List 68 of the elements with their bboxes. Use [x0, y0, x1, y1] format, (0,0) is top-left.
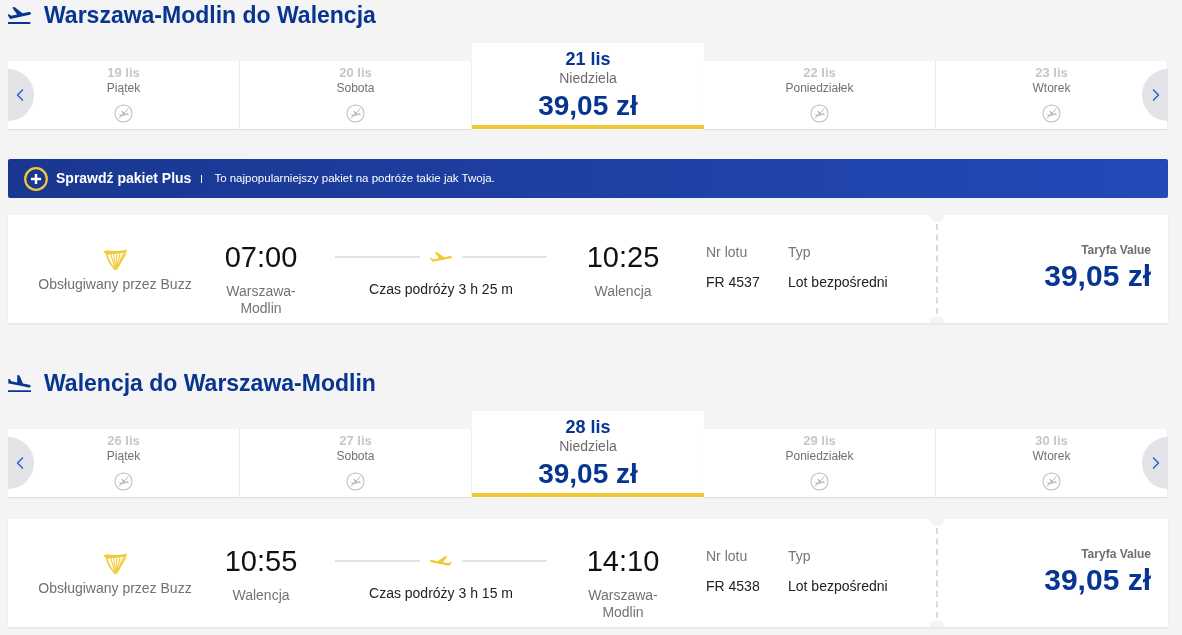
fare-label: Taryfa Value — [1081, 243, 1151, 257]
flight-number: FR 4538 — [706, 578, 760, 595]
flight-type-label: Typ — [788, 548, 811, 565]
operator-label: Obsługiwany przez Buzz — [38, 276, 192, 293]
fare-label: Taryfa Value — [1081, 547, 1151, 561]
date-tab[interactable]: 20 lis Sobota — [240, 61, 472, 129]
date-label: 20 lis — [339, 65, 372, 81]
date-label: 26 lis — [107, 433, 140, 449]
arrival-city: Walencja — [593, 283, 653, 300]
date-tab[interactable]: 22 lis Poniedziałek — [704, 61, 936, 129]
date-price: 39,05 zł — [538, 458, 638, 490]
harp-icon — [102, 552, 128, 574]
weekday-label: Sobota — [336, 81, 375, 96]
date-tab[interactable]: 23 lis Wtorek — [936, 61, 1168, 129]
date-label: 19 lis — [107, 65, 140, 81]
plane-icon — [430, 556, 452, 566]
section-title: Warszawa-Modlin do Walencja — [44, 1, 376, 29]
date-tab[interactable]: 21 lis Niedziela 39,05 zł — [472, 43, 704, 129]
date-tab[interactable]: 30 lis Wtorek — [936, 429, 1168, 497]
date-label: 28 lis — [565, 416, 611, 438]
plane-takeoff-icon — [8, 6, 31, 24]
plane-icon — [430, 252, 452, 262]
flight-type: Lot bezpośredni — [788, 578, 888, 595]
departure-city: Walencja — [231, 587, 291, 604]
date-label: 27 lis — [339, 433, 372, 449]
arrival-time: 14:10 — [586, 544, 660, 578]
arrival-city: Warszawa-Modlin — [587, 587, 659, 621]
date-label: 21 lis — [565, 48, 611, 70]
date-tab[interactable]: 28 lis Niedziela 39,05 zł — [472, 411, 704, 497]
date-label: 22 lis — [803, 65, 836, 81]
duration-label: Czas podróży 3 h 15 m — [369, 585, 513, 602]
weekday-label: Piątek — [106, 449, 141, 464]
operator-label: Obsługiwany przez Buzz — [38, 580, 192, 597]
flight-number-label: Nr lotu — [706, 244, 748, 261]
promo-title: Sprawdź pakiet Plus — [56, 169, 192, 188]
weekday-label: Niedziela — [559, 70, 617, 87]
date-tab[interactable]: 19 lis Piątek — [8, 61, 240, 129]
weekday-label: Poniedziałek — [785, 449, 854, 464]
date-tab[interactable]: 26 lis Piątek — [8, 429, 240, 497]
duration-label: Czas podróży 3 h 25 m — [369, 281, 513, 298]
date-label: 30 lis — [1035, 433, 1068, 449]
promo-text: To najpopularniejszy pakiet na podróże takie jak Twoja. — [214, 170, 495, 186]
flight-type: Lot bezpośredni — [788, 274, 888, 291]
plane-landing-icon — [8, 374, 31, 392]
weekday-label: Wtorek — [1032, 449, 1071, 464]
fare-price: 39,05 zł — [1044, 258, 1151, 294]
flight-number-label: Nr lotu — [706, 548, 748, 565]
promo-banner[interactable]: Sprawdź pakiet Plus To najpopularniejszy pakiet na podróże takie jak Twoja. — [8, 159, 1168, 198]
date-price: 39,05 zł — [538, 90, 638, 122]
weekday-label: Wtorek — [1032, 81, 1071, 96]
harp-icon — [102, 248, 128, 270]
departure-time: 10:55 — [224, 544, 298, 578]
fare-price: 39,05 zł — [1044, 562, 1151, 598]
arrival-time: 10:25 — [586, 240, 660, 274]
flight-number: FR 4537 — [706, 274, 760, 291]
weekday-label: Piątek — [106, 81, 141, 96]
date-tab[interactable]: 27 lis Sobota — [240, 429, 472, 497]
departure-time: 07:00 — [224, 240, 298, 274]
weekday-label: Sobota — [336, 449, 375, 464]
departure-city: Warszawa-Modlin — [225, 283, 297, 317]
date-tab[interactable]: 29 lis Poniedziałek — [704, 429, 936, 497]
flight-type-label: Typ — [788, 244, 811, 261]
plus-circle-icon — [24, 166, 48, 191]
date-label: 29 lis — [803, 433, 836, 449]
weekday-label: Poniedziałek — [785, 81, 854, 96]
date-label: 23 lis — [1035, 65, 1068, 81]
section-title: Walencja do Warszawa-Modlin — [44, 369, 376, 397]
weekday-label: Niedziela — [559, 438, 617, 455]
